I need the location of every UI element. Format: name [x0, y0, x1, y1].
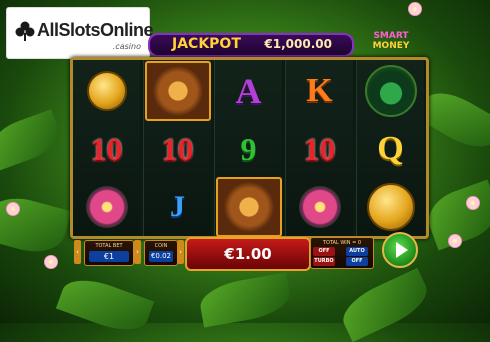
jungle-leaf [197, 272, 293, 328]
turbo-off-toggle[interactable]: OFF [313, 247, 335, 256]
symbol-monkey [144, 61, 211, 121]
symbol-coin [357, 178, 424, 236]
bet-decrease-button[interactable]: ‹ [74, 240, 81, 264]
golden-monkey-icon [215, 177, 282, 237]
spin-amount-value: €1.00 [224, 245, 272, 263]
symbol-10: 10 [90, 130, 123, 167]
spin-amount-display: €1.00 [185, 237, 311, 271]
symbol-monkey [215, 177, 282, 237]
symbol-j: J [170, 190, 185, 223]
allslotsonline-logo: AllSlotsOnline .casino [6, 7, 154, 59]
gold-coin-icon [366, 183, 415, 231]
symbol-frog [357, 62, 424, 120]
total-bet-label: TOTAL BET [95, 243, 123, 249]
jackpot-value: €1,000.00 [264, 37, 332, 51]
total-bet-value: €1 [89, 251, 129, 262]
clover-icon [15, 21, 35, 41]
total-win-label: TOTAL WIN = 0 [322, 240, 362, 246]
smart-money-line2: MONEY [372, 41, 410, 51]
jungle-flower [408, 2, 422, 16]
control-bar: ‹ TOTAL BET €1 › COIN €0.02 › €1.00 TOTA… [72, 237, 422, 271]
reel-4: K 10 [285, 60, 353, 236]
symbol-q: Q [377, 130, 404, 167]
logo-text: AllSlotsOnline [37, 20, 154, 40]
jackpot-label: JACKPOT [172, 36, 241, 52]
tree-frog-icon [364, 65, 417, 117]
symbol-a: A [235, 71, 262, 111]
coin-value: €0.02 [149, 251, 173, 262]
turbo-button[interactable]: TURBO [313, 257, 335, 266]
symbol-9: 9 [240, 130, 257, 167]
jungle-flower [44, 255, 58, 269]
logo-subtext: .casino [112, 42, 141, 51]
jungle-leaf [55, 270, 155, 340]
spin-button[interactable] [382, 232, 418, 268]
symbol-flower [73, 178, 140, 236]
auto-button[interactable]: AUTO [346, 247, 368, 256]
hibiscus-flower-icon [85, 186, 128, 228]
symbol-flower [286, 178, 353, 236]
coin-increase-button[interactable]: › [177, 240, 184, 264]
jackpot-banner: JACKPOT €1,000.00 [148, 33, 354, 57]
hibiscus-flower-icon [298, 186, 341, 228]
golden-monkey-icon [144, 61, 211, 121]
coin-display: COIN €0.02 [144, 240, 178, 266]
reel-3: A 9 [214, 60, 282, 237]
slot-game-screen: { "logo": {"text_main": "AllSlotsOnline"… [0, 0, 490, 342]
symbol-k: K [306, 72, 333, 109]
reel-5: Q [356, 60, 424, 236]
symbol-coin [73, 62, 140, 120]
jungle-flower [448, 234, 462, 248]
reel-grid: 10 10 J A 9 K 10 Q [70, 57, 429, 239]
reel-1: 10 [73, 60, 140, 236]
jungle-leaf [335, 267, 435, 342]
symbol-10: 10 [161, 130, 194, 167]
auto-off-toggle[interactable]: OFF [346, 257, 368, 266]
jungle-leaf [0, 109, 65, 171]
coin-label: COIN [154, 243, 168, 249]
reel-2: 10 J [143, 60, 211, 236]
smart-money-logo: SMART MONEY [366, 31, 416, 51]
total-bet-display: TOTAL BET €1 [84, 240, 134, 266]
jungle-flower [466, 196, 480, 210]
jungle-flower [6, 202, 20, 216]
jungle-leaf [0, 190, 72, 260]
gold-coin-icon [86, 71, 127, 111]
smart-money-line1: SMART [373, 31, 409, 41]
symbol-10: 10 [303, 130, 336, 167]
bet-increase-button[interactable]: › [134, 240, 141, 264]
